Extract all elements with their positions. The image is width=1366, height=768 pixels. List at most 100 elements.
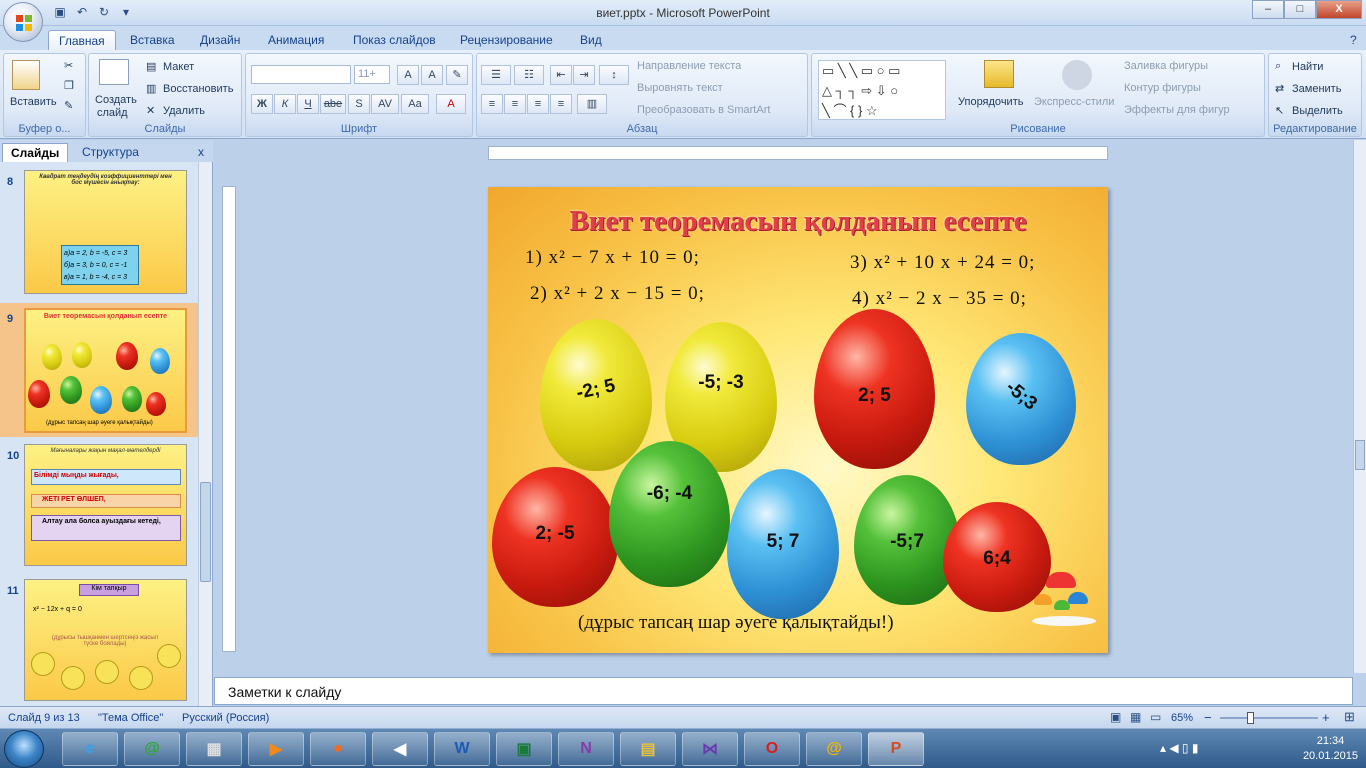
tray-icons[interactable]: ▴ ◀ ▯ ▮ [1160, 741, 1198, 755]
cut-icon[interactable]: ✂ [64, 59, 73, 72]
find-button[interactable]: ⌕ Найти [1275, 60, 1323, 74]
onenote-icon[interactable]: N [558, 732, 614, 766]
tab-review[interactable]: Рецензирование [450, 30, 563, 50]
vs-icon[interactable]: ⋈ [682, 732, 738, 766]
bold-button[interactable]: Ж [251, 94, 273, 114]
slide-thumb[interactable]: Виет теоремасын қолданып есепте (дұрыс т… [24, 308, 187, 433]
zoom-out-button[interactable]: − [1204, 710, 1212, 725]
shrink-font-icon[interactable]: A [421, 65, 443, 85]
bullets-icon[interactable]: ☰ [481, 65, 511, 85]
word-icon[interactable]: W [434, 732, 490, 766]
select-button[interactable]: ↖ Выделить [1275, 104, 1343, 118]
align-left-icon[interactable]: ≡ [481, 94, 503, 114]
slide-thumb[interactable]: Квадрат теңдеудің коэффициенттері мен бо… [24, 170, 187, 294]
maximize-button[interactable]: □ [1284, 0, 1316, 19]
clock[interactable]: 21:34 20.01.2015 [1303, 734, 1358, 764]
zoom-level[interactable]: 65% [1171, 712, 1193, 724]
canvas-scroll-thumb[interactable] [1355, 440, 1365, 470]
underline-button[interactable]: Ч [297, 94, 319, 114]
balloon[interactable]: -5;3 [966, 333, 1076, 465]
delete-button[interactable]: ✕ Удалить [146, 104, 205, 118]
slide-thumb[interactable]: Мағыналары жақын мақал-мәтелдерді Білімд… [24, 444, 187, 566]
new-slide-icon[interactable] [99, 59, 129, 85]
new-slide-button[interactable]: Создать [95, 94, 137, 106]
pane-scrollbar[interactable] [198, 162, 212, 706]
align-center-icon[interactable]: ≡ [504, 94, 526, 114]
slide-thumb-row[interactable]: 10 Мағыналары жақын мақал-мәтелдерді Біл… [0, 440, 200, 572]
normal-view-icon[interactable]: ▣ [1110, 710, 1121, 724]
align-text-button[interactable]: Выровнять текст [637, 82, 723, 94]
arrange-button[interactable]: Упорядочить [958, 96, 1023, 108]
tab-home[interactable]: Главная [48, 30, 116, 50]
balloon[interactable]: -2; 5 [540, 319, 652, 471]
slide-thumb[interactable]: Кім тапқыр x² − 12x + q = 0 (дұрысы тышқ… [24, 579, 187, 701]
tab-insert[interactable]: Вставка [120, 30, 185, 50]
mail-agent-icon[interactable]: @ [124, 732, 180, 766]
mail-icon[interactable]: @ [806, 732, 862, 766]
tab-view[interactable]: Вид [570, 30, 612, 50]
layout-button[interactable]: ▤ Макет [146, 60, 194, 74]
balloon[interactable]: 2; -5 [492, 467, 618, 607]
balloon[interactable]: 5; 7 [727, 469, 839, 619]
language[interactable]: Русский (Россия) [182, 712, 269, 724]
sorter-view-icon[interactable]: ▦ [1130, 710, 1141, 724]
shape-outline-button[interactable]: Контур фигуры [1124, 82, 1201, 94]
fit-slide-icon[interactable]: ⊞ [1344, 709, 1355, 725]
ie-icon[interactable]: e [62, 732, 118, 766]
quick-styles-icon[interactable] [1062, 60, 1092, 90]
decrease-indent-icon[interactable]: ⇤ [550, 65, 572, 85]
arrange-icon[interactable] [984, 60, 1014, 88]
calculator-icon[interactable]: ▦ [186, 732, 242, 766]
zoom-slider-thumb[interactable] [1247, 712, 1254, 724]
font-size-input[interactable]: 11+ [354, 65, 390, 84]
numbering-icon[interactable]: ☷ [514, 65, 544, 85]
strikethrough-button[interactable]: abe [320, 94, 346, 114]
columns-icon[interactable]: ▥ [577, 94, 607, 114]
slide[interactable]: Виет теоремасын қолданып есепте 1) x² − … [488, 187, 1108, 653]
shape-fill-button[interactable]: Заливка фигуры [1124, 60, 1208, 72]
start-button[interactable] [4, 730, 44, 768]
clear-format-icon[interactable]: ✎ [446, 65, 468, 85]
case-button[interactable]: Aa [401, 94, 429, 114]
grow-font-icon[interactable]: A [397, 65, 419, 85]
notes-field[interactable]: Заметки к слайду [214, 677, 1353, 705]
font-color-icon[interactable]: A [436, 94, 466, 114]
spacing-button[interactable]: AV [371, 94, 399, 114]
help-icon[interactable]: ? [1340, 30, 1366, 50]
zoom-in-button[interactable]: + [1322, 710, 1330, 725]
shape-effects-button[interactable]: Эффекты для фигур [1124, 104, 1230, 116]
shadow-button[interactable]: S [348, 94, 370, 114]
new-slide-button-line2[interactable]: слайд [97, 107, 128, 119]
align-right-icon[interactable]: ≡ [527, 94, 549, 114]
format-painter-icon[interactable]: ✎ [64, 99, 73, 112]
firefox-icon[interactable]: ● [310, 732, 366, 766]
tab-design[interactable]: Дизайн [190, 30, 250, 50]
close-button[interactable]: X [1316, 0, 1362, 19]
tab-slideshow[interactable]: Показ слайдов [343, 30, 446, 50]
image-icon[interactable]: ▣ [496, 732, 552, 766]
paste-icon[interactable] [12, 60, 40, 90]
tab-outline[interactable]: Структура [74, 143, 147, 162]
balloon[interactable]: -5;7 [854, 475, 960, 605]
media-player-icon[interactable]: ▶ [248, 732, 304, 766]
close-pane-icon[interactable]: x [190, 143, 212, 162]
theme-name[interactable]: "Тема Office" [98, 712, 163, 724]
font-name-input[interactable] [251, 65, 351, 84]
replace-button[interactable]: ⇄ Заменить [1275, 82, 1341, 96]
justify-icon[interactable]: ≡ [550, 94, 572, 114]
italic-button[interactable]: К [274, 94, 296, 114]
quick-styles-button[interactable]: Экспресс-стили [1034, 96, 1114, 108]
slide-thumb-row[interactable]: 11 Кім тапқыр x² − 12x + q = 0 (дұрысы т… [0, 575, 200, 707]
shapes-gallery[interactable]: ▭ ╲ ╲ ▭ ○ ▭ △ ┐ ┐ ⇨ ⇩ ○ ╲ ⌒ { } ☆ [818, 60, 946, 120]
tab-animation[interactable]: Анимация [258, 30, 334, 50]
copy-icon[interactable]: ❐ [64, 79, 74, 92]
canvas-scrollbar[interactable] [1353, 140, 1366, 673]
slide-thumb-row[interactable]: 8 Квадрат теңдеудің коэффициенттері мен … [0, 166, 200, 298]
pane-scroll-thumb[interactable] [200, 482, 211, 582]
opera-icon[interactable]: O [744, 732, 800, 766]
zoom-slider[interactable] [1220, 717, 1318, 719]
explorer-icon[interactable]: ▤ [620, 732, 676, 766]
slideshow-view-icon[interactable]: ▭ [1150, 710, 1161, 724]
line-spacing-icon[interactable]: ↕ [599, 65, 629, 85]
paste-button[interactable]: Вставить [10, 96, 57, 108]
